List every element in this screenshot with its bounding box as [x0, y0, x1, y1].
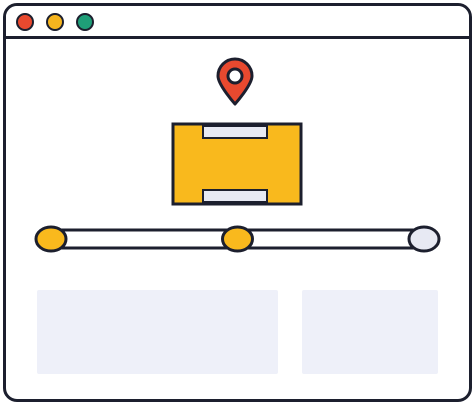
progress-step-2-complete	[221, 225, 254, 253]
placeholder-card-left	[37, 290, 278, 374]
package-tape-bottom	[202, 189, 268, 203]
window-titlebar	[6, 6, 469, 39]
package-tape-top	[202, 125, 268, 139]
package-box-icon	[171, 122, 303, 206]
progress-step-1-complete	[34, 225, 68, 253]
illustration-canvas	[0, 0, 475, 406]
close-dot[interactable]	[16, 13, 34, 31]
progress-step-3-pending	[407, 225, 441, 253]
placeholder-card-right	[302, 290, 438, 374]
minimize-dot[interactable]	[46, 13, 64, 31]
maximize-dot[interactable]	[76, 13, 94, 31]
map-pin-icon	[216, 57, 254, 106]
tracking-progress	[34, 225, 441, 253]
pin-hole	[226, 67, 244, 85]
